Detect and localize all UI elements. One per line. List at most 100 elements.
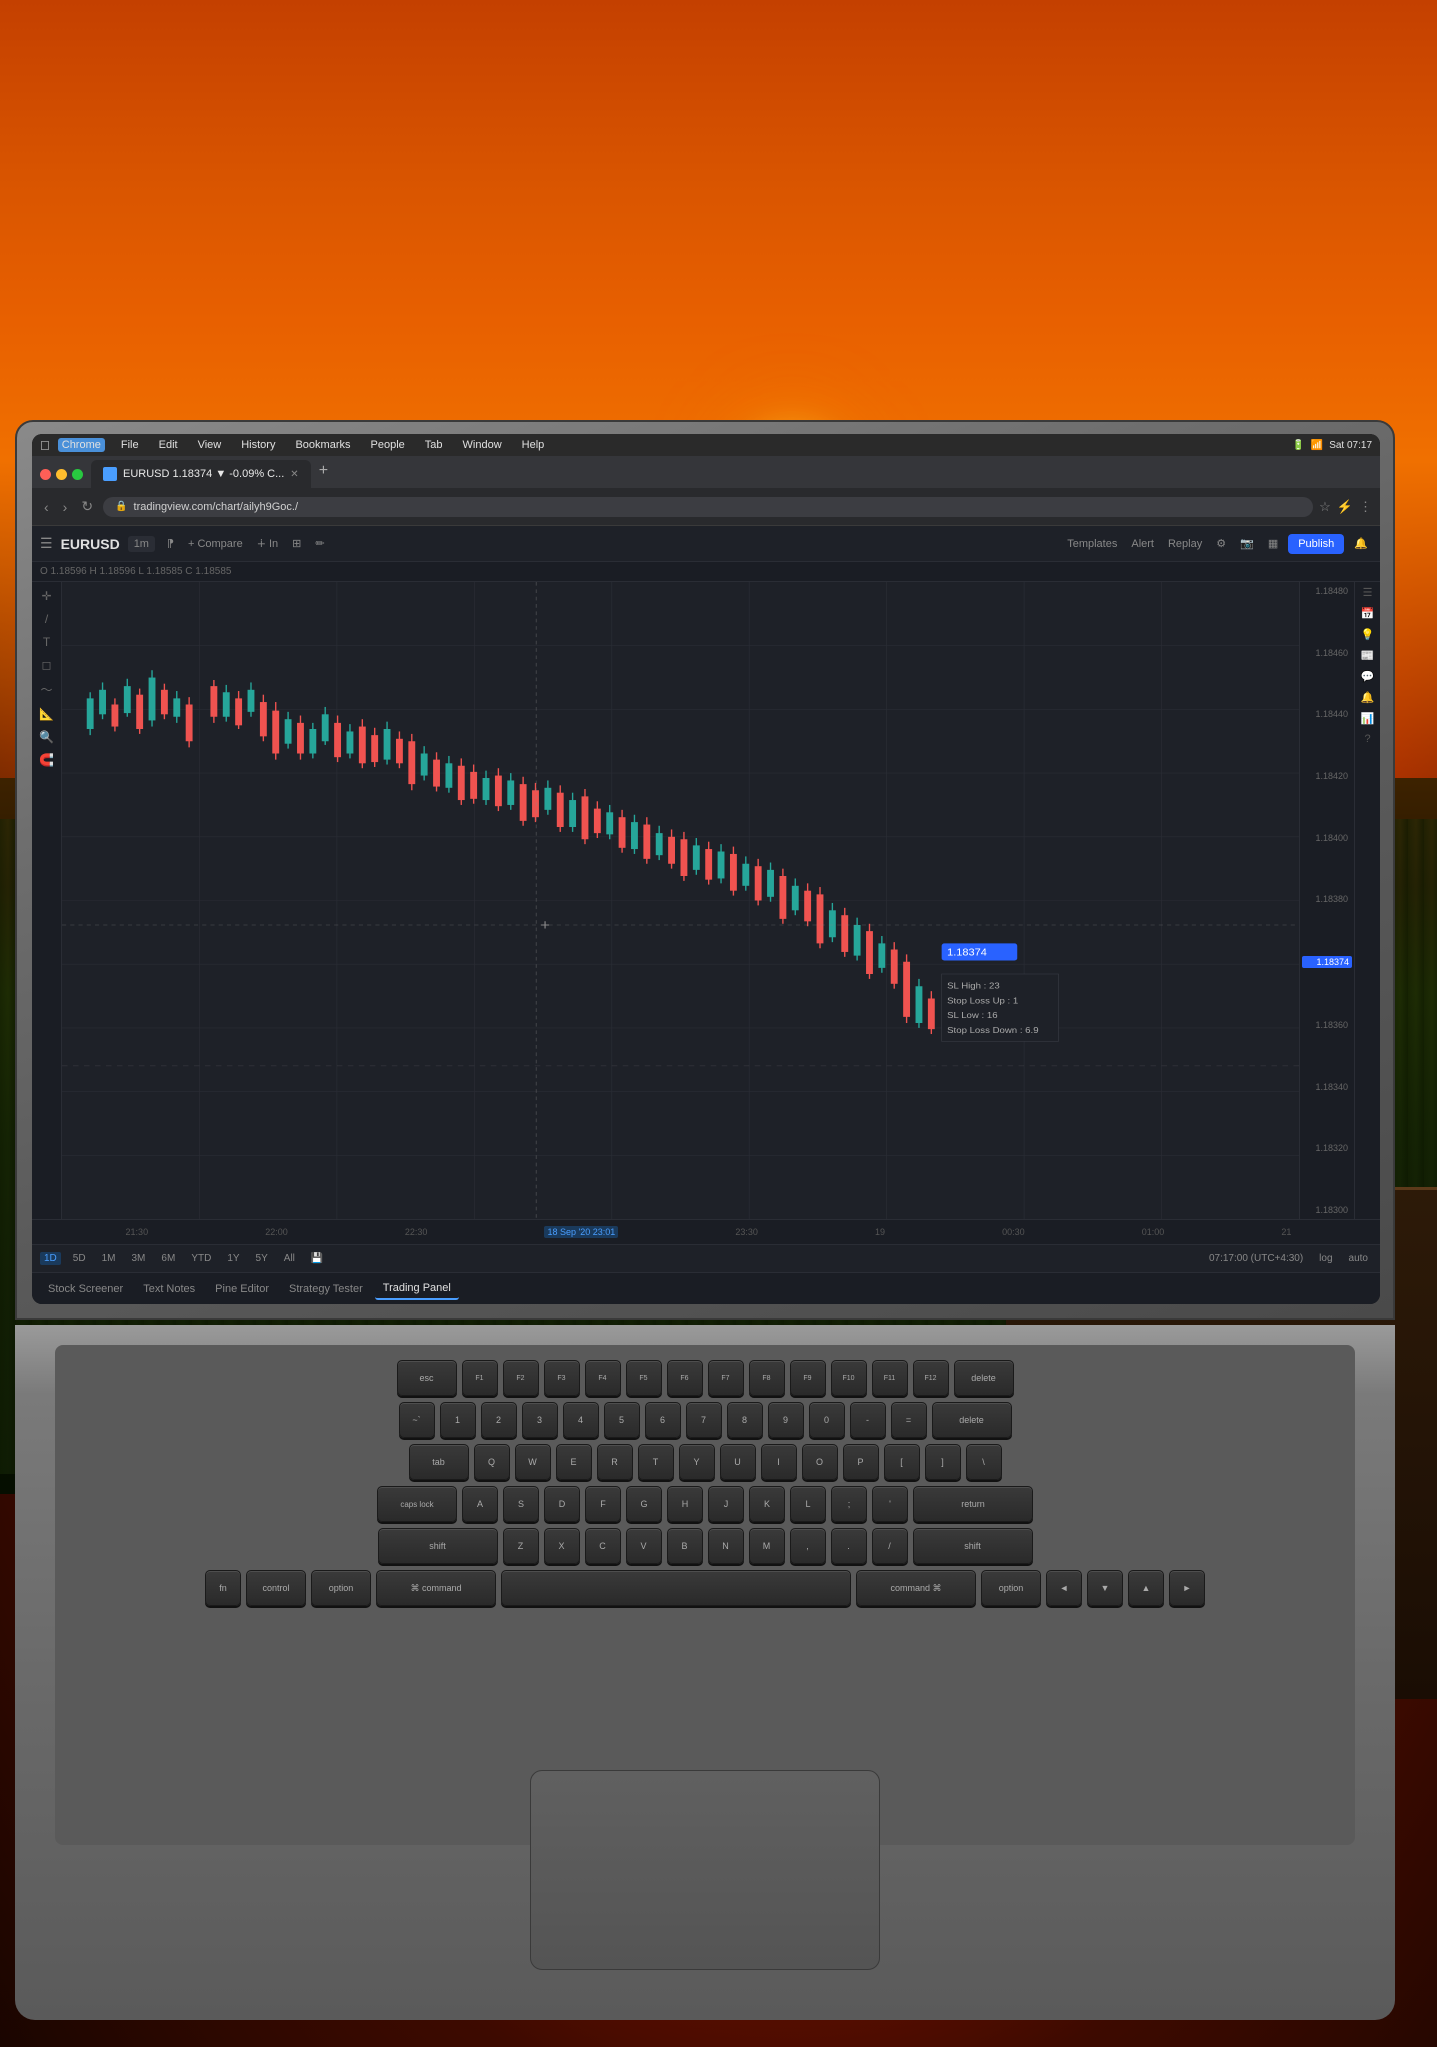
period-1y[interactable]: 1Y <box>223 1252 243 1265</box>
tab-stock-screener[interactable]: Stock Screener <box>40 1279 131 1299</box>
bracket-left-key[interactable]: [ <box>884 1444 920 1480</box>
k-key[interactable]: K <box>749 1486 785 1522</box>
publish-button[interactable]: Publish <box>1288 534 1344 554</box>
timeframe-selector[interactable]: 1m <box>128 536 155 552</box>
esc-key[interactable]: esc <box>397 1360 457 1396</box>
notifications-icon[interactable]: 🔔 <box>1350 535 1372 552</box>
tab-strategy-tester[interactable]: Strategy Tester <box>281 1279 371 1299</box>
semicolon-key[interactable]: ; <box>831 1486 867 1522</box>
7-key[interactable]: 7 <box>686 1402 722 1438</box>
replay-btn[interactable]: Replay <box>1164 536 1206 552</box>
right-arrow-key[interactable]: ► <box>1169 1570 1205 1606</box>
fn-key[interactable]: fn <box>205 1570 241 1606</box>
minimize-window-button[interactable] <box>56 469 67 480</box>
forward-button[interactable]: › <box>59 497 72 517</box>
grid-btn[interactable]: ⊞ <box>288 535 305 552</box>
slash-key[interactable]: / <box>872 1528 908 1564</box>
extensions-icon[interactable]: ⚡ <box>1337 499 1353 515</box>
f10-key[interactable]: F10 <box>831 1360 867 1396</box>
cursor-tool[interactable]: ✛ <box>36 586 58 606</box>
menu-bookmarks[interactable]: Bookmarks <box>291 438 354 452</box>
maximize-window-button[interactable] <box>72 469 83 480</box>
m-key[interactable]: M <box>749 1528 785 1564</box>
chat-icon[interactable]: 💬 <box>1361 670 1375 683</box>
indicator-btn[interactable]: ⁋ <box>163 535 178 552</box>
f5-key[interactable]: F5 <box>626 1360 662 1396</box>
delete2-key[interactable]: delete <box>932 1402 1012 1438</box>
auto-btn[interactable]: auto <box>1345 1252 1372 1265</box>
f6-key[interactable]: F6 <box>667 1360 703 1396</box>
f9-key[interactable]: F9 <box>790 1360 826 1396</box>
bracket-right-key[interactable]: ] <box>925 1444 961 1480</box>
help-icon[interactable]: ? <box>1364 733 1370 745</box>
ideas-icon[interactable]: 💡 <box>1361 628 1375 641</box>
2-key[interactable]: 2 <box>481 1402 517 1438</box>
menu-window[interactable]: Window <box>459 438 506 452</box>
left-shift-key[interactable]: shift <box>378 1528 498 1564</box>
watchlist-icon[interactable]: ☰ <box>1363 586 1373 599</box>
f3-key[interactable]: F3 <box>544 1360 580 1396</box>
q-key[interactable]: Q <box>474 1444 510 1480</box>
minus-key[interactable]: - <box>850 1402 886 1438</box>
shape-tool[interactable]: ◻ <box>36 655 58 675</box>
url-bar[interactable]: 🔒 tradingview.com/chart/ailyh9Goc./ <box>103 497 1313 517</box>
tab-key[interactable]: tab <box>409 1444 469 1480</box>
period-all[interactable]: All <box>280 1252 299 1265</box>
y-key[interactable]: Y <box>679 1444 715 1480</box>
n-key[interactable]: N <box>708 1528 744 1564</box>
settings-icon[interactable]: ⚙ <box>1212 535 1230 552</box>
news-icon[interactable]: 📰 <box>1361 649 1375 662</box>
a-key[interactable]: A <box>462 1486 498 1522</box>
up-arrow-key[interactable]: ▲ <box>1128 1570 1164 1606</box>
star-icon[interactable]: ☆ <box>1319 499 1331 515</box>
down-arrow-key[interactable]: ▼ <box>1087 1570 1123 1606</box>
period-1m[interactable]: 1M <box>98 1252 120 1265</box>
camera-icon[interactable]: 📷 <box>1236 535 1258 552</box>
0-key[interactable]: 0 <box>809 1402 845 1438</box>
menu-edit[interactable]: Edit <box>155 438 182 452</box>
tab-trading-panel[interactable]: Trading Panel <box>375 1278 459 1300</box>
z-key[interactable]: Z <box>503 1528 539 1564</box>
close-window-button[interactable] <box>40 469 51 480</box>
right-shift-key[interactable]: shift <box>913 1528 1033 1564</box>
f-key[interactable]: F <box>585 1486 621 1522</box>
f8-key[interactable]: F8 <box>749 1360 785 1396</box>
touchpad[interactable] <box>530 1770 880 1970</box>
1-key[interactable]: 1 <box>440 1402 476 1438</box>
menu-chrome[interactable]: Chrome <box>58 438 105 452</box>
return-key[interactable]: return <box>913 1486 1033 1522</box>
browser-tab-active[interactable]: EURUSD 1.18374 ▼ -0.09% C... ✕ <box>91 460 311 488</box>
period-6m[interactable]: 6M <box>157 1252 179 1265</box>
text-tool[interactable]: T <box>36 632 58 652</box>
tab-pine-editor[interactable]: Pine Editor <box>207 1279 277 1299</box>
equals-key[interactable]: = <box>891 1402 927 1438</box>
f11-key[interactable]: F11 <box>872 1360 908 1396</box>
x-key[interactable]: X <box>544 1528 580 1564</box>
j-key[interactable]: J <box>708 1486 744 1522</box>
magnet-tool[interactable]: 🧲 <box>36 750 58 770</box>
3-key[interactable]: 3 <box>522 1402 558 1438</box>
f12-key[interactable]: F12 <box>913 1360 949 1396</box>
d-key[interactable]: D <box>544 1486 580 1522</box>
6-key[interactable]: 6 <box>645 1402 681 1438</box>
zoom-tool[interactable]: 🔍 <box>36 727 58 747</box>
left-command-key[interactable]: ⌘ command <box>376 1570 496 1606</box>
alert-btn[interactable]: Alert <box>1127 536 1158 552</box>
c-key[interactable]: C <box>585 1528 621 1564</box>
tab-text-notes[interactable]: Text Notes <box>135 1279 203 1299</box>
period-key[interactable]: . <box>831 1528 867 1564</box>
i-key[interactable]: I <box>761 1444 797 1480</box>
comma-key[interactable]: , <box>790 1528 826 1564</box>
delete-key[interactable]: delete <box>954 1360 1014 1396</box>
quote-key[interactable]: ' <box>872 1486 908 1522</box>
f1-key[interactable]: F1 <box>462 1360 498 1396</box>
log-btn[interactable]: log <box>1315 1252 1336 1265</box>
templates-btn[interactable]: Templates <box>1063 536 1121 552</box>
save-icon[interactable]: 💾 <box>311 1253 323 1264</box>
menu-history[interactable]: History <box>237 438 279 452</box>
draw-btn[interactable]: ✏ <box>311 535 328 552</box>
layout-icon[interactable]: ▦ <box>1264 535 1282 552</box>
8-key[interactable]: 8 <box>727 1402 763 1438</box>
caps-lock-key[interactable]: caps lock <box>377 1486 457 1522</box>
menu-people[interactable]: People <box>367 438 409 452</box>
